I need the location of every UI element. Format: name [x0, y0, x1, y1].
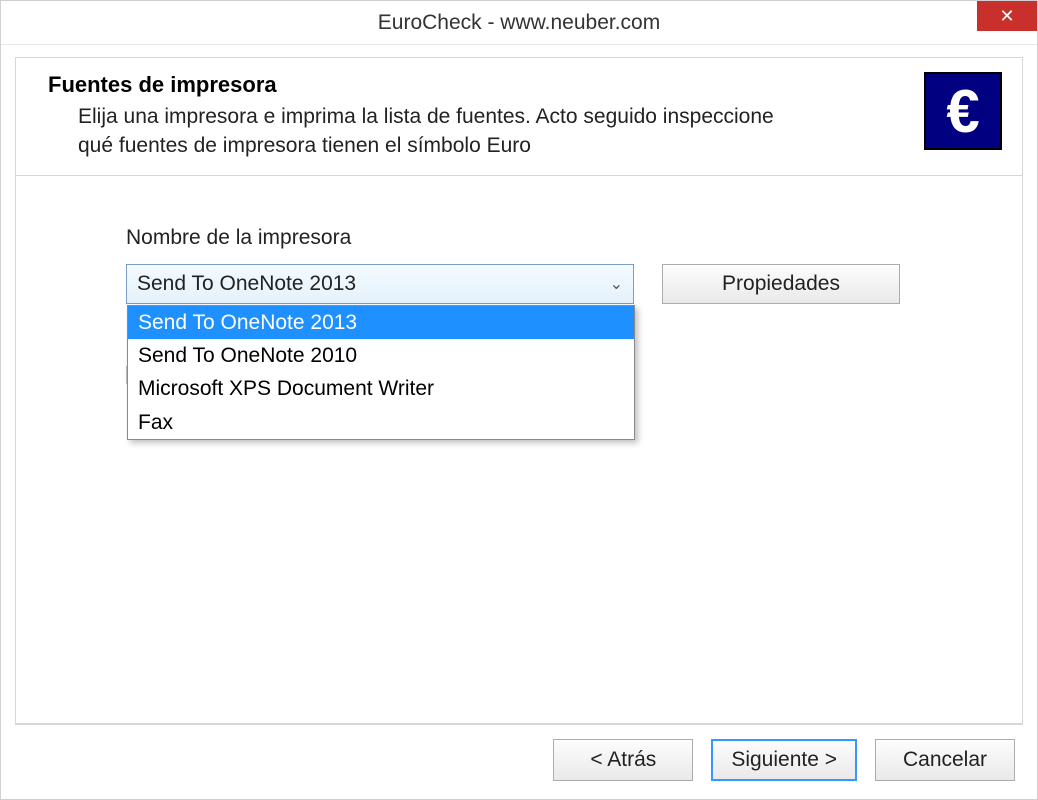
wizard-panel: Fuentes de impresora Elija una impresora… — [15, 57, 1023, 724]
printer-option[interactable]: Send To OneNote 2010 — [128, 339, 634, 372]
printer-row: Send To OneNote 2013 ⌄ Send To OneNote 2… — [126, 264, 962, 304]
wizard-footer: < Atrás Siguiente > Cancelar — [1, 725, 1037, 799]
euro-icon: € — [924, 72, 1002, 150]
close-button[interactable]: ✕ — [977, 1, 1037, 31]
printer-option[interactable]: Send To OneNote 2013 — [128, 306, 634, 339]
printer-option[interactable]: Fax — [128, 406, 634, 439]
panel-header-text: Fuentes de impresora Elija una impresora… — [48, 72, 908, 161]
printer-name-label: Nombre de la impresora — [126, 226, 962, 250]
window-title: EuroCheck - www.neuber.com — [378, 11, 660, 35]
printer-select-value: Send To OneNote 2013 — [137, 272, 356, 296]
page-description: Elija una impresora e imprima la lista d… — [48, 102, 808, 161]
printer-select[interactable]: Send To OneNote 2013 ⌄ Send To OneNote 2… — [126, 264, 634, 304]
wizard-body: Fuentes de impresora Elija una impresora… — [1, 45, 1037, 724]
properties-button[interactable]: Propiedades — [662, 264, 900, 304]
cancel-button[interactable]: Cancelar — [875, 739, 1015, 781]
back-button[interactable]: < Atrás — [553, 739, 693, 781]
panel-header: Fuentes de impresora Elija una impresora… — [16, 58, 1022, 176]
euro-glyph: € — [946, 77, 979, 146]
page-title: Fuentes de impresora — [48, 72, 908, 98]
chevron-down-icon: ⌄ — [610, 274, 623, 294]
close-icon: ✕ — [999, 6, 1014, 27]
printer-dropdown: Send To OneNote 2013 Send To OneNote 201… — [127, 305, 635, 440]
next-button[interactable]: Siguiente > — [711, 739, 857, 781]
content-area: Nombre de la impresora Send To OneNote 2… — [16, 176, 1022, 723]
printer-option[interactable]: Microsoft XPS Document Writer — [128, 372, 634, 405]
titlebar: EuroCheck - www.neuber.com ✕ — [1, 1, 1037, 45]
app-window: EuroCheck - www.neuber.com ✕ Fuentes de … — [0, 0, 1038, 800]
